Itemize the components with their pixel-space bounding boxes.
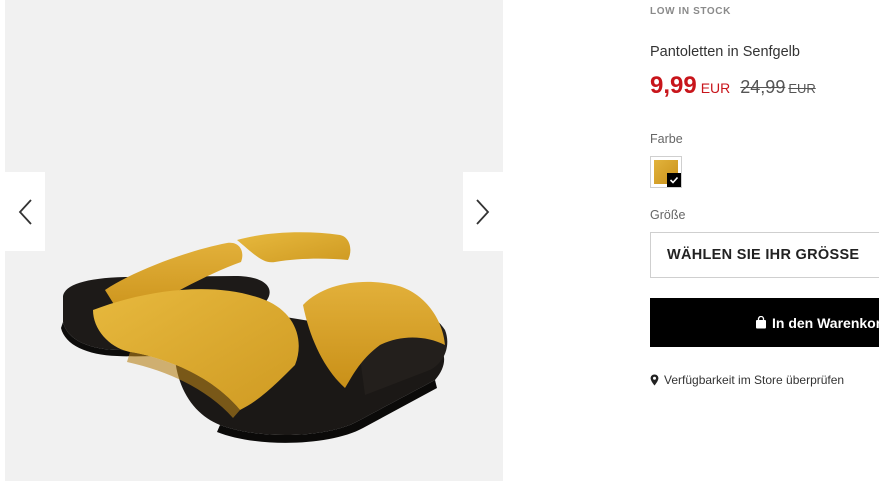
size-select-text: WÄHLEN SIE IHR GRÖSSE: [667, 247, 860, 263]
gallery-prev-button[interactable]: [5, 172, 45, 251]
gallery-next-button[interactable]: [463, 172, 503, 251]
size-select[interactable]: WÄHLEN SIE IHR GRÖSSE: [650, 232, 879, 278]
chevron-left-icon: [17, 198, 33, 226]
original-price: 24,99: [740, 77, 786, 97]
store-link-text: Verfügbarkeit im Store überprüfen: [664, 373, 845, 387]
size-label: Größe: [650, 208, 686, 222]
check-icon: [667, 173, 681, 187]
sale-price: 9,99: [650, 72, 697, 99]
color-label: Farbe: [650, 132, 683, 146]
chevron-right-icon: [475, 198, 491, 226]
check-store-availability-link[interactable]: Verfügbarkeit im Store überprüfen: [650, 373, 844, 387]
product-gallery: [5, 0, 503, 481]
product-image: [61, 232, 448, 443]
stock-status: LOW IN STOCK: [650, 6, 731, 17]
product-title: Pantoletten in Senfgelb: [650, 44, 800, 60]
shopping-bag-icon: [755, 316, 767, 329]
sale-currency: EUR: [700, 80, 731, 96]
add-to-cart-button[interactable]: In den Warenkorb: [650, 298, 879, 347]
color-swatch-mustard[interactable]: [650, 156, 682, 188]
map-pin-icon: [650, 374, 659, 386]
original-currency: EUR: [788, 81, 816, 96]
add-to-cart-label: In den Warenkorb: [772, 314, 879, 331]
price-row: 9,99 EUR 24,99 EUR: [650, 72, 816, 100]
